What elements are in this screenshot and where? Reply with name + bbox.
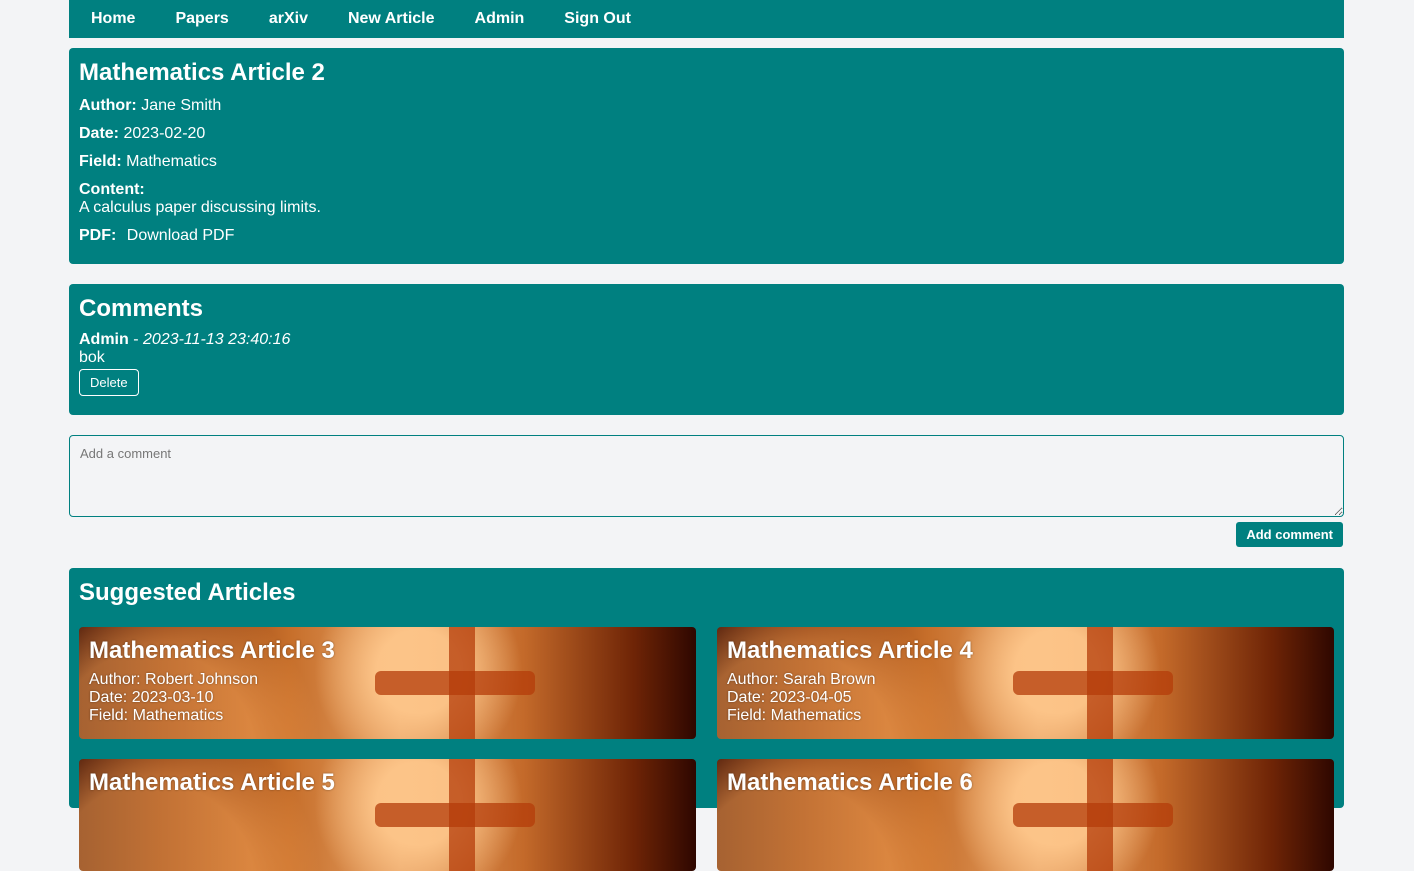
article-content: Content: A calculus paper discussing lim… xyxy=(79,181,1334,217)
card-text: Mathematics Article 3 Author: Robert Joh… xyxy=(89,637,686,725)
top-nav: Home Papers arXiv New Article Admin Sign… xyxy=(69,0,1344,38)
card-text: Mathematics Article 5 xyxy=(89,769,686,797)
date-label: Date: xyxy=(79,125,120,142)
pdf-label: PDF: xyxy=(79,227,117,244)
comment-input[interactable] xyxy=(69,435,1344,517)
nav-home[interactable]: Home xyxy=(91,11,135,27)
suggested-field: Field: Mathematics xyxy=(727,707,862,724)
comment-timestamp: 2023-11-13 23:40:16 xyxy=(143,331,291,348)
suggested-title: Mathematics Article 3 xyxy=(89,637,335,664)
comment-body: bok xyxy=(79,349,105,366)
card-background-art xyxy=(375,803,536,827)
nav-new-article[interactable]: New Article xyxy=(348,11,435,27)
suggested-card[interactable]: Mathematics Article 6 xyxy=(717,759,1334,871)
suggested-card[interactable]: Mathematics Article 3 Author: Robert Joh… xyxy=(79,627,696,739)
card-text: Mathematics Article 4 Author: Sarah Brow… xyxy=(727,637,1324,725)
page-container: Home Papers arXiv New Article Admin Sign… xyxy=(69,0,1344,871)
comment-author: Admin xyxy=(79,331,129,348)
suggested-author: Author: Robert Johnson xyxy=(89,671,258,688)
suggested-card[interactable]: Mathematics Article 5 xyxy=(79,759,696,871)
suggested-title: Mathematics Article 6 xyxy=(727,769,973,796)
card-background-art xyxy=(1013,803,1174,827)
article-field: Field: Mathematics xyxy=(79,153,1334,171)
article-author: Author: Jane Smith xyxy=(79,97,1334,115)
suggested-date: Date: 2023-04-05 xyxy=(727,689,852,706)
comment-item: Admin - 2023-11-13 23:40:16 bok Delete xyxy=(79,331,1334,396)
content-label: Content: xyxy=(79,181,145,198)
suggested-grid: Mathematics Article 3 Author: Robert Joh… xyxy=(79,627,1334,871)
article-date: Date: 2023-02-20 xyxy=(79,125,1334,143)
suggested-heading: Suggested Articles xyxy=(79,579,296,606)
suggested-field: Field: Mathematics xyxy=(89,707,224,724)
comment-separator: - xyxy=(128,331,143,348)
comments-heading: Comments xyxy=(79,295,204,322)
field-value: Mathematics xyxy=(126,153,217,170)
comment-meta: Admin - 2023-11-13 23:40:16 xyxy=(79,331,1334,349)
delete-comment-button[interactable]: Delete xyxy=(79,369,139,396)
field-label: Field: xyxy=(79,153,122,170)
suggested-articles: Suggested Articles Mathematics Article 3… xyxy=(69,568,1344,871)
content-value: A calculus paper discussing limits. xyxy=(79,199,321,216)
nav-arxiv[interactable]: arXiv xyxy=(269,11,308,27)
suggested-date: Date: 2023-03-10 xyxy=(89,689,214,706)
article-pdf: PDF: Download PDF xyxy=(79,227,1334,245)
author-value: Jane Smith xyxy=(141,97,222,114)
suggested-author: Author: Sarah Brown xyxy=(727,671,876,688)
card-text: Mathematics Article 6 xyxy=(727,769,1324,797)
comments-section: Comments Admin - 2023-11-13 23:40:16 bok… xyxy=(69,284,1344,415)
author-label: Author: xyxy=(79,97,137,114)
download-pdf-link[interactable]: Download PDF xyxy=(127,227,235,244)
nav-admin[interactable]: Admin xyxy=(475,11,525,27)
nav-sign-out[interactable]: Sign Out xyxy=(564,11,631,27)
nav-papers[interactable]: Papers xyxy=(175,11,228,27)
suggested-title: Mathematics Article 5 xyxy=(89,769,335,796)
article-details: Mathematics Article 2 Author: Jane Smith… xyxy=(69,48,1344,264)
suggested-title: Mathematics Article 4 xyxy=(727,637,973,664)
add-comment-button[interactable]: Add comment xyxy=(1236,522,1343,547)
date-value: 2023-02-20 xyxy=(123,125,206,142)
article-title: Mathematics Article 2 xyxy=(79,59,325,86)
suggested-card[interactable]: Mathematics Article 4 Author: Sarah Brow… xyxy=(717,627,1334,739)
